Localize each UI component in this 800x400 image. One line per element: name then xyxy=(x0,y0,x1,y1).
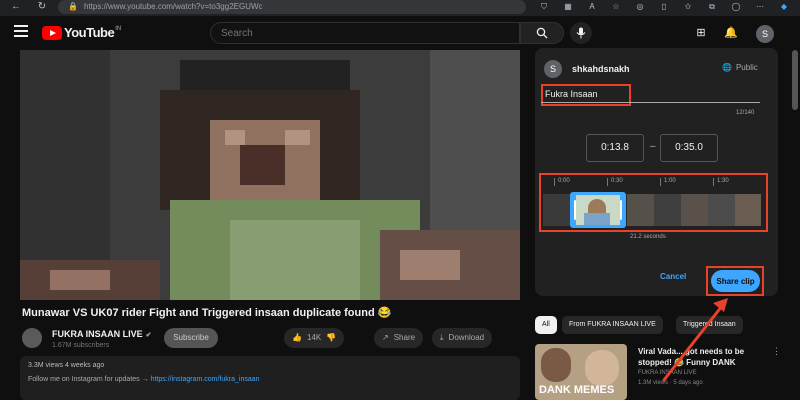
recommended-video-channel[interactable]: FUKRA INSAAN LIVE xyxy=(638,370,697,376)
url-text: https://www.youtube.com/watch?v=to3gg2EG… xyxy=(84,2,263,11)
browser-toolbar: ← ↻ 🔒 https://www.youtube.com/watch?v=to… xyxy=(0,0,800,16)
timeline-tick-label: 1:00 xyxy=(664,178,676,184)
selection-start-handle[interactable] xyxy=(574,200,576,220)
recommended-video-thumbnail[interactable]: DANK MEMES xyxy=(535,344,627,400)
microphone-icon xyxy=(576,27,586,39)
account-avatar[interactable]: S xyxy=(756,25,774,43)
profile-icon[interactable]: ◯ xyxy=(730,1,742,13)
time-separator: – xyxy=(650,141,656,152)
create-video-icon[interactable]: ⊞ xyxy=(694,26,708,40)
notifications-icon[interactable]: 🔔 xyxy=(724,26,738,40)
youtube-logo[interactable]: YouTube IN xyxy=(42,25,121,40)
download-label: Download xyxy=(448,333,485,342)
lock-icon: 🔒 xyxy=(68,2,78,11)
search-button[interactable] xyxy=(520,22,564,44)
description-text: Follow me on Instagram for updates → htt… xyxy=(28,376,260,383)
timeline-tick xyxy=(713,178,714,186)
recommended-video-title[interactable]: Viral Vada... got needs to be stopped! 😂… xyxy=(638,346,768,368)
search-input[interactable] xyxy=(211,23,519,44)
youtube-header: YouTube IN ⊞ 🔔 S xyxy=(0,16,800,50)
sidebar-icon[interactable]: ▯ xyxy=(658,1,670,13)
copilot-icon[interactable]: ◆ xyxy=(778,1,790,13)
visibility-label: Public xyxy=(735,63,758,72)
collections-icon[interactable]: ⧉ xyxy=(706,1,718,13)
search-icon xyxy=(536,27,548,39)
filmstrip-frame xyxy=(627,194,654,226)
favorites-icon[interactable]: ✩ xyxy=(682,1,694,13)
thumb-face xyxy=(585,350,619,386)
verified-icon: ✔ xyxy=(145,332,152,339)
clip-user-avatar: S xyxy=(544,60,562,78)
clip-start-time[interactable]: 0:13.8 xyxy=(586,134,644,162)
share-button[interactable]: ↗ Share xyxy=(374,328,424,348)
extension-icon[interactable]: ◎ xyxy=(634,1,646,13)
star-icon[interactable]: ☆ xyxy=(610,1,622,13)
clip-visibility: 🌐 Public xyxy=(722,63,758,72)
chip-triggered-insaan[interactable]: Triggered Insaan xyxy=(676,316,743,334)
back-icon[interactable]: ← xyxy=(8,1,24,12)
refresh-icon[interactable]: ↻ xyxy=(34,1,50,12)
thumb-caption: DANK MEMES xyxy=(539,384,615,396)
clip-end-time[interactable]: 0:35.0 xyxy=(660,134,718,162)
timeline-tick-label: 0:30 xyxy=(611,178,623,184)
share-icon: ↗ xyxy=(382,333,389,342)
channel-name-text: FUKRA INSAAN LIVE xyxy=(52,329,143,339)
clip-title-input[interactable] xyxy=(545,87,625,101)
chip-all[interactable]: All xyxy=(535,316,557,334)
more-icon[interactable]: ⋯ xyxy=(754,1,766,13)
description-snippet: Follow me on Instagram for updates → xyxy=(28,376,149,383)
channel-avatar[interactable] xyxy=(22,328,42,348)
page-scrollbar[interactable] xyxy=(792,50,798,110)
voice-search-button[interactable] xyxy=(570,22,592,44)
video-player[interactable] xyxy=(20,50,520,300)
clip-username: shkahdsnakh xyxy=(572,64,630,74)
video-overlay xyxy=(20,50,520,300)
clip-duration: 21.2 seconds xyxy=(630,234,666,240)
hamburger-menu-icon[interactable] xyxy=(14,25,28,39)
thumbs-down-icon[interactable]: 👎 xyxy=(326,328,336,348)
filmstrip-frame xyxy=(681,194,708,226)
more-options-icon[interactable]: ⋮ xyxy=(772,346,781,357)
preview-shirt xyxy=(584,213,610,225)
download-icon: ⤓ xyxy=(440,333,444,342)
filmstrip-frame xyxy=(654,194,681,226)
search-field[interactable] xyxy=(210,22,520,44)
timeline-tick xyxy=(554,178,555,186)
timeline-tick-label: 0:00 xyxy=(558,178,570,184)
thumb-face xyxy=(541,348,571,382)
views-and-age: 3.3M views 4 weeks ago xyxy=(28,362,105,369)
shield-icon[interactable]: ⛉ xyxy=(538,1,550,13)
globe-icon: 🌐 xyxy=(722,63,732,72)
filmstrip-frame xyxy=(735,194,761,226)
chip-from-channel[interactable]: From FUKRA INSAAN LIVE xyxy=(562,316,663,334)
read-aloud-icon[interactable]: A xyxy=(586,1,598,13)
filmstrip-frame xyxy=(708,194,735,226)
like-count: 14K xyxy=(306,333,322,342)
thumbs-up-icon: 👍 xyxy=(292,333,302,342)
share-clip-button[interactable]: Share clip xyxy=(711,270,760,292)
video-title: Munawar VS UK07 rider Fight and Triggere… xyxy=(22,307,392,319)
cancel-button[interactable]: Cancel xyxy=(660,272,686,281)
filmstrip-frame xyxy=(543,194,570,226)
subscriber-count: 1.67M subscribers xyxy=(52,342,110,349)
selection-end-handle[interactable] xyxy=(620,200,622,220)
char-counter: 12/140 xyxy=(736,110,755,116)
arrow-head xyxy=(713,298,728,312)
clip-selection-preview xyxy=(576,195,620,225)
timeline-tick xyxy=(607,178,608,186)
extension-icons: ⛉ ▦ A ☆ ◎ ▯ ✩ ⧉ ◯ ⋯ ◆ xyxy=(538,1,790,13)
timeline-tick xyxy=(660,178,661,186)
share-label: Share xyxy=(393,333,416,342)
subscribe-button[interactable]: Subscribe xyxy=(164,328,218,348)
timeline-tick-label: 1:30 xyxy=(717,178,729,184)
title-underline xyxy=(541,102,760,103)
channel-name[interactable]: FUKRA INSAAN LIVE ✔ xyxy=(52,329,152,339)
description-link[interactable]: https://instagram.com/fukra_insaan xyxy=(151,376,260,383)
recommended-video-meta: 1.3M views · 5 days ago xyxy=(638,380,703,386)
youtube-play-icon xyxy=(42,25,62,40)
download-button[interactable]: ⤓ Download xyxy=(432,328,493,348)
like-button[interactable]: 👍 14K 👎 xyxy=(284,328,345,348)
grid-icon[interactable]: ▦ xyxy=(562,1,574,13)
url-bar[interactable]: 🔒 https://www.youtube.com/watch?v=to3gg2… xyxy=(58,0,526,14)
